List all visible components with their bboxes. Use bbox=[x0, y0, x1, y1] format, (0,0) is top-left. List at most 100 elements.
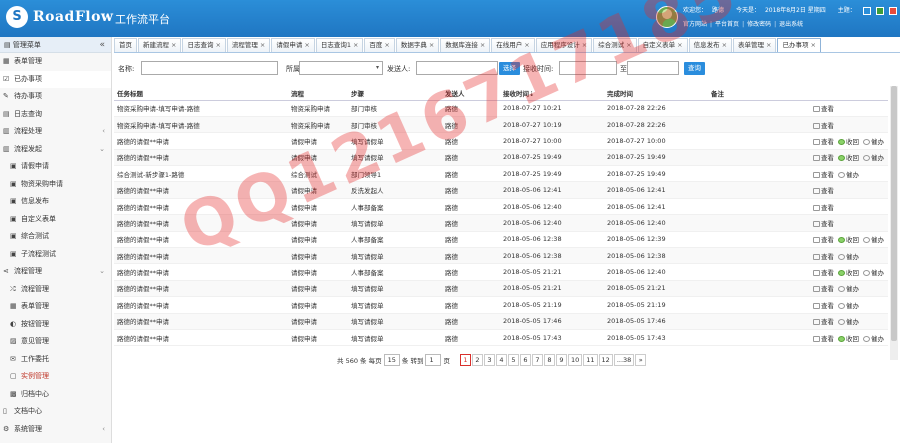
sender-input[interactable] bbox=[416, 61, 498, 75]
sidebar-item[interactable]: ▣ 物资采购申请 bbox=[0, 176, 111, 194]
sidebar-item[interactable]: ☑ 已办事项 bbox=[0, 70, 111, 88]
column-header[interactable]: 备注 bbox=[708, 86, 810, 101]
table-row[interactable]: 路德的请假**申请 请假申请 人事部备案 路德 2018-05-06 12:38 2018… bbox=[114, 231, 888, 249]
jump-input[interactable]: 1 bbox=[425, 354, 442, 366]
theme-option-3[interactable] bbox=[888, 6, 897, 15]
urge-action[interactable]: 催办 bbox=[863, 236, 884, 244]
table-row[interactable]: 路德的请假**申请 请假申请 填写请假单 路德 2018-07-25 19:49 2018… bbox=[114, 149, 888, 167]
sidebar-item[interactable]: ▦ 表单管理 bbox=[0, 53, 111, 71]
view-action[interactable]: 查看 bbox=[813, 285, 834, 293]
view-action[interactable]: 查看 bbox=[813, 335, 834, 343]
column-header[interactable]: 步骤 bbox=[348, 86, 442, 101]
page-button[interactable]: 5 bbox=[507, 354, 519, 366]
sidebar-item[interactable]: ⚙ 系统管理 ‹ bbox=[0, 421, 111, 439]
select-button[interactable]: 选择 bbox=[499, 62, 520, 75]
column-header[interactable]: 任务标题 bbox=[114, 86, 288, 101]
urge-action[interactable]: 催办 bbox=[863, 138, 884, 146]
close-icon[interactable]: × bbox=[260, 41, 265, 49]
view-action[interactable]: 查看 bbox=[813, 269, 834, 277]
header-link[interactable]: 官方网站 bbox=[683, 21, 707, 28]
name-input[interactable] bbox=[141, 61, 278, 75]
urge-action[interactable]: 催办 bbox=[838, 253, 859, 261]
page-button[interactable]: 3 bbox=[483, 354, 495, 366]
page-button[interactable]: 10 bbox=[567, 354, 583, 366]
sidebar-item[interactable]: ▣ 信息发布 bbox=[0, 193, 111, 211]
sidebar-item[interactable]: ▣ 自定义表单 bbox=[0, 211, 111, 229]
sidebar-item[interactable]: ▨ 意见管理 bbox=[0, 333, 111, 351]
header-link[interactable]: 退出系统 bbox=[779, 21, 803, 28]
sidebar-item[interactable]: ▢ 实例管理 bbox=[0, 368, 111, 386]
theme-switcher[interactable] bbox=[862, 6, 900, 15]
tab-item[interactable]: 日志查询1 × bbox=[315, 38, 364, 52]
page-button[interactable]: 11 bbox=[583, 354, 598, 366]
page-button[interactable]: 1 bbox=[459, 354, 471, 366]
urge-action[interactable]: 催办 bbox=[838, 285, 859, 293]
urge-action[interactable]: 催办 bbox=[838, 171, 859, 179]
tab-item[interactable]: 日志查询 × bbox=[182, 38, 226, 52]
page-button[interactable]: 6 bbox=[519, 354, 531, 366]
table-row[interactable]: 物资采购申请-填写申请-路德 物资采购申请 部门审核 路德 2018-07-27 10:… bbox=[114, 116, 888, 134]
close-icon[interactable]: × bbox=[215, 41, 220, 49]
view-action[interactable]: 查看 bbox=[813, 253, 834, 261]
tab-item[interactable]: 数据字典 × bbox=[395, 38, 440, 52]
view-action[interactable]: 查看 bbox=[813, 204, 834, 212]
sidebar-item[interactable]: ▣ 综合测试 bbox=[0, 228, 111, 246]
flow-select[interactable]: ▾ bbox=[299, 61, 383, 75]
table-row[interactable]: 路德的请假**申请 请假申请 填写请假单 路德 2018-05-06 12:40 2018… bbox=[114, 214, 888, 232]
page-size-input[interactable]: 15 bbox=[383, 354, 400, 366]
sidebar-item[interactable]: ⤮ 流程管理 bbox=[0, 281, 111, 299]
vertical-scrollbar[interactable] bbox=[890, 86, 898, 360]
view-action[interactable]: 查看 bbox=[813, 236, 834, 244]
sidebar-item[interactable]: ◐ 按钮管理 bbox=[0, 316, 111, 334]
page-button[interactable]: 7 bbox=[531, 354, 543, 366]
chevron-icon[interactable]: ⌄ bbox=[99, 141, 105, 159]
column-header[interactable]: 完成时间 bbox=[604, 86, 708, 101]
tab-item[interactable]: 在线用户 × bbox=[491, 38, 535, 52]
table-row[interactable]: 路德的请假**申请 请假申请 填写请假单 路德 2018-07-27 10:00 2018… bbox=[114, 132, 888, 150]
tab-item[interactable]: 表单管理 × bbox=[733, 38, 777, 52]
avatar[interactable] bbox=[656, 6, 678, 28]
withdraw-action[interactable]: 收回 bbox=[838, 236, 859, 244]
tab-item[interactable]: 新建流程 × bbox=[138, 38, 182, 52]
page-button[interactable]: » bbox=[635, 354, 647, 366]
view-action[interactable]: 查看 bbox=[813, 105, 834, 113]
tab-item[interactable]: 信息发布 × bbox=[688, 38, 733, 52]
column-header[interactable]: 流程 bbox=[288, 86, 348, 101]
close-icon[interactable]: × bbox=[582, 41, 587, 49]
sidebar-item[interactable]: ▩ 归档中心 bbox=[0, 386, 111, 404]
sidebar-item[interactable]: ▯ 文档中心 bbox=[0, 403, 111, 421]
sidebar-item[interactable]: ▥ 流程处理 ‹ bbox=[0, 123, 111, 141]
header-link[interactable]: 修改密码 bbox=[747, 21, 771, 28]
table-row[interactable]: 路德的请假**申请 请假申请 填写请假单 路德 2018-05-05 21:21 2018… bbox=[114, 280, 888, 298]
column-header[interactable]: 接收时间⇣ bbox=[500, 86, 604, 101]
tab-item[interactable]: 请假申请 × bbox=[271, 38, 315, 52]
table-row[interactable]: 综合测试-新步骤1-路德 综合测试 部门领导1 路德 2018-07-25 19:49 2… bbox=[114, 165, 888, 183]
close-icon[interactable]: × bbox=[810, 41, 815, 49]
tab-item[interactable]: 综合测试 × bbox=[593, 38, 637, 52]
withdraw-action[interactable]: 收回 bbox=[838, 335, 859, 343]
theme-option-2[interactable] bbox=[875, 6, 884, 15]
column-header[interactable] bbox=[810, 86, 888, 101]
tab-item[interactable]: 流程管理 × bbox=[226, 38, 271, 52]
query-button[interactable]: 查询 bbox=[684, 62, 705, 75]
close-icon[interactable]: × bbox=[171, 41, 176, 49]
table-row[interactable]: 路德的请假**申请 请假申请 反洗发起人 路德 2018-05-06 12:41 2018… bbox=[114, 181, 888, 199]
tab-item[interactable]: 自定义表单 × bbox=[637, 38, 688, 52]
sidebar-item[interactable]: ▣ 请假申请 bbox=[0, 158, 111, 176]
page-button[interactable]: 9 bbox=[555, 354, 567, 366]
view-action[interactable]: 查看 bbox=[813, 122, 834, 130]
chevron-icon[interactable]: ⌄ bbox=[99, 263, 105, 281]
sort-icon[interactable]: ⇣ bbox=[529, 90, 534, 98]
urge-action[interactable]: 催办 bbox=[838, 318, 859, 326]
sidebar-item[interactable]: ✉ 工作委托 bbox=[0, 351, 111, 369]
tab-item[interactable]: 应用程序设计 × bbox=[535, 38, 593, 52]
view-action[interactable]: 查看 bbox=[813, 318, 834, 326]
withdraw-action[interactable]: 收回 bbox=[838, 269, 859, 277]
page-button[interactable]: 12 bbox=[598, 354, 613, 366]
tab-item[interactable]: 已办事项 × bbox=[777, 38, 821, 52]
close-icon[interactable]: × bbox=[766, 41, 771, 49]
withdraw-action[interactable]: 收回 bbox=[838, 138, 859, 146]
chevron-icon[interactable]: ‹ bbox=[102, 123, 105, 141]
close-icon[interactable]: × bbox=[353, 41, 358, 49]
chevron-icon[interactable]: ‹ bbox=[102, 421, 105, 439]
